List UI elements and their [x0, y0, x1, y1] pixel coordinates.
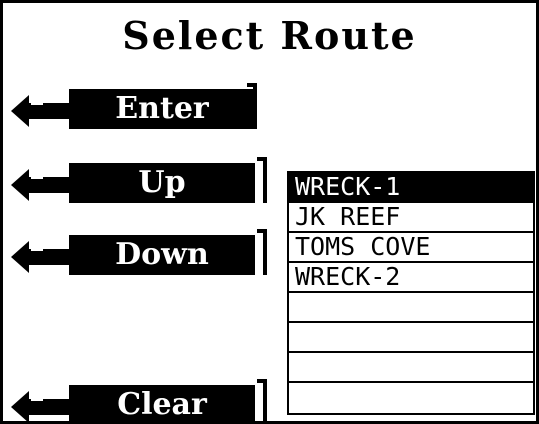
up-button[interactable]: Up	[11, 157, 267, 203]
enter-button-frame	[247, 83, 257, 129]
route-row[interactable]: TOMS COVE	[289, 233, 533, 263]
route-row-selected[interactable]: WRECK-1	[289, 173, 533, 203]
up-button-label: Up	[69, 163, 255, 203]
route-row-empty[interactable]	[289, 293, 533, 323]
route-row[interactable]: JK REEF	[289, 203, 533, 233]
left-return-arrow-icon	[11, 93, 71, 127]
route-row[interactable]: WRECK-2	[289, 263, 533, 293]
page-title: Select Route	[122, 13, 417, 58]
down-button-label: Down	[69, 235, 255, 275]
route-row-empty[interactable]	[289, 323, 533, 353]
select-route-screen: Select Route Enter Up Down Clear WRECK-1…	[0, 0, 539, 424]
clear-button[interactable]: Clear	[11, 379, 267, 421]
clear-button-label: Clear	[69, 385, 255, 421]
down-button[interactable]: Down	[11, 229, 267, 275]
clear-button-frame	[257, 379, 267, 421]
up-button-frame	[257, 157, 267, 203]
left-return-arrow-icon	[11, 239, 71, 273]
route-row-empty[interactable]	[289, 353, 533, 383]
left-return-arrow-icon	[11, 167, 71, 201]
route-list[interactable]: WRECK-1 JK REEF TOMS COVE WRECK-2	[287, 171, 535, 415]
down-button-frame	[257, 229, 267, 275]
route-row-empty[interactable]	[289, 383, 533, 413]
enter-button-label: Enter	[69, 89, 255, 129]
left-return-arrow-icon	[11, 389, 71, 421]
enter-button[interactable]: Enter	[11, 83, 257, 129]
